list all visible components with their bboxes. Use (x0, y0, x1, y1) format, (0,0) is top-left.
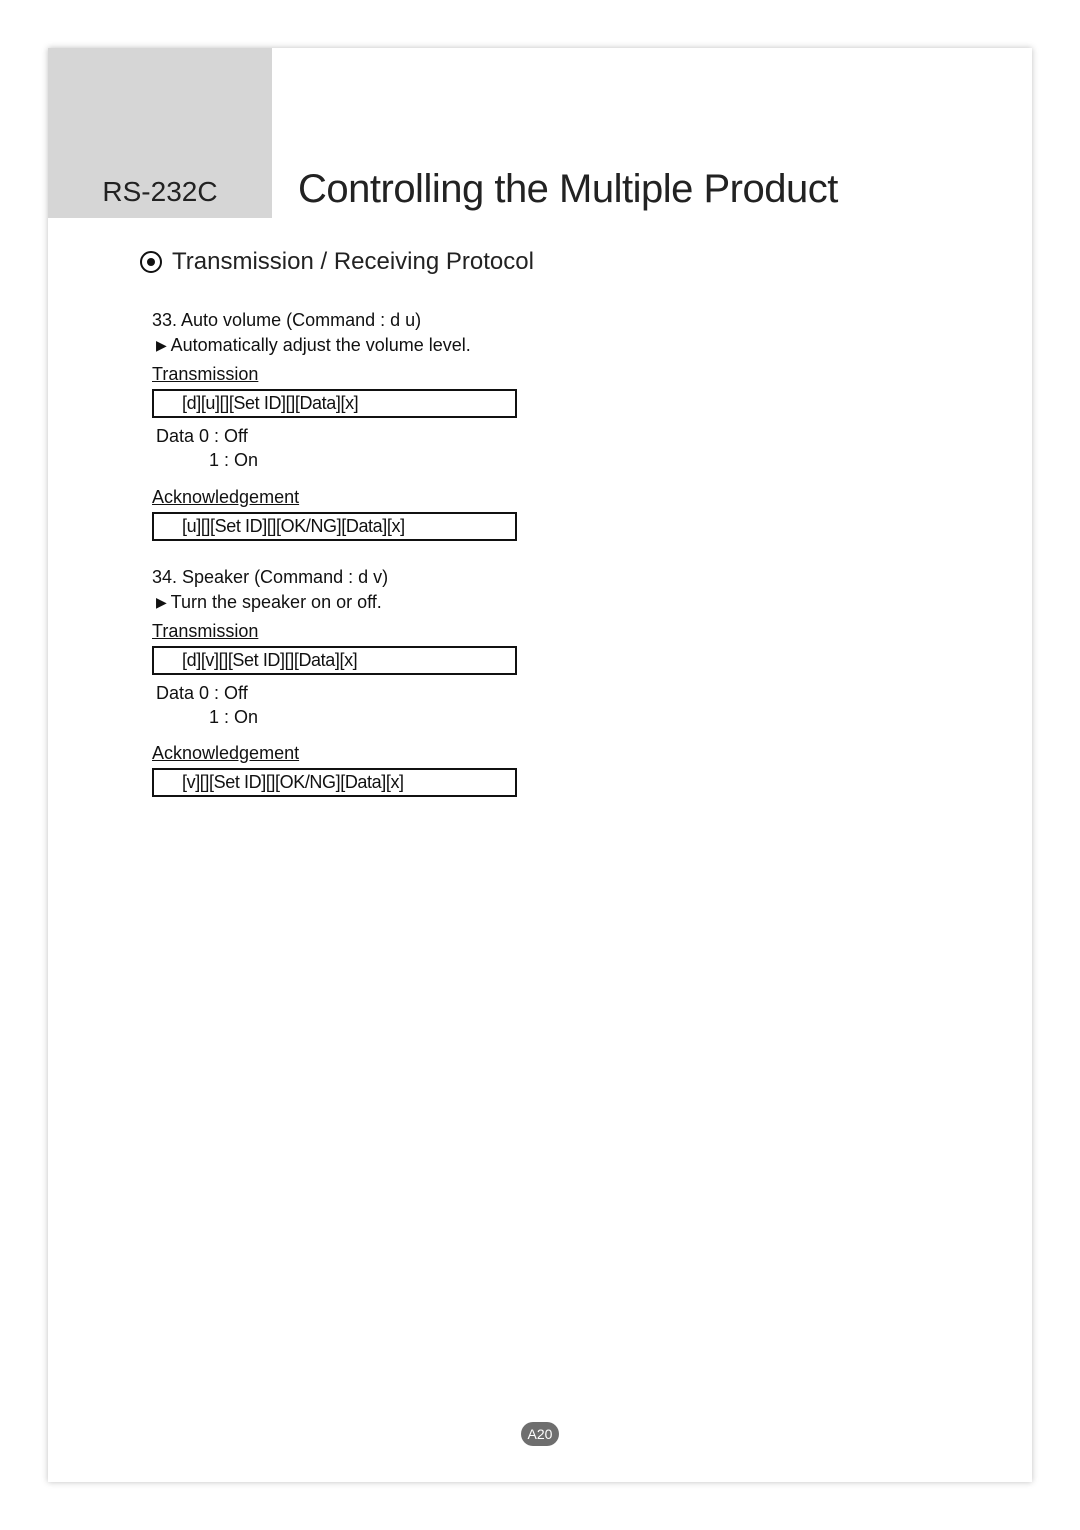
transmission-syntax: [d][u][][Set ID][][Data][x] (152, 389, 517, 418)
section-title: Transmission / Receiving Protocol (172, 248, 534, 276)
transmission-label: Transmission (152, 621, 962, 642)
command-title: 33. Auto volume (Command : d u) (152, 310, 962, 331)
command-title: 34. Speaker (Command : d v) (152, 567, 962, 588)
data-values: Data 0 : Off 1 : On (152, 424, 962, 473)
acknowledgement-label: Acknowledgement (152, 487, 962, 508)
data-value-off: Data 0 : Off (156, 424, 962, 448)
header-label: RS-232C (48, 176, 272, 212)
bullet-icon (140, 251, 162, 273)
acknowledgement-syntax: [u][][Set ID][][OK/NG][Data][x] (152, 512, 517, 541)
transmission-label: Transmission (152, 364, 962, 385)
data-value-on: 1 : On (156, 448, 962, 472)
content-area: Transmission / Receiving Protocol 33. Au… (140, 248, 962, 823)
page-title: Controlling the Multiple Product (272, 167, 1032, 212)
page-inner: RS-232C Controlling the Multiple Product… (48, 48, 1032, 1482)
page-number-badge: A20 (521, 1422, 559, 1446)
section-heading: Transmission / Receiving Protocol (140, 248, 962, 276)
transmission-syntax: [d][v][][Set ID][][Data][x] (152, 646, 517, 675)
acknowledgement-syntax: [v][][Set ID][][OK/NG][Data][x] (152, 768, 517, 797)
command-description: Turn the speaker on or off. (152, 592, 962, 613)
command-description: Automatically adjust the volume level. (152, 335, 962, 356)
command-block: 33. Auto volume (Command : d u) Automati… (152, 310, 962, 541)
data-values: Data 0 : Off 1 : On (152, 681, 962, 730)
data-value-off: Data 0 : Off (156, 681, 962, 705)
page-outer: RS-232C Controlling the Multiple Product… (0, 0, 1080, 1530)
page-header: RS-232C Controlling the Multiple Product (48, 148, 1032, 218)
data-value-on: 1 : On (156, 705, 962, 729)
acknowledgement-label: Acknowledgement (152, 743, 962, 764)
command-block: 34. Speaker (Command : d v) Turn the spe… (152, 567, 962, 798)
